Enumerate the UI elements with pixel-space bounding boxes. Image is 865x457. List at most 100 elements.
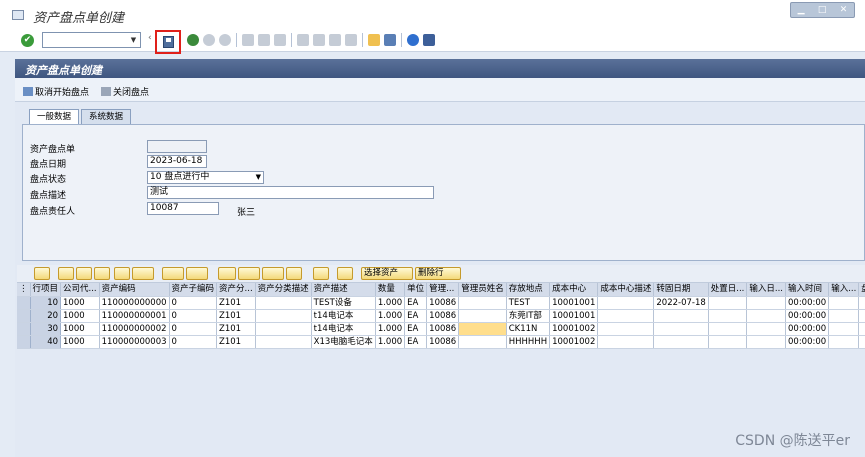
grid-cell[interactable]: EA <box>404 296 428 310</box>
grid-cell[interactable]: TEST设备 <box>311 296 376 310</box>
column-header[interactable]: 输入时间 <box>785 283 830 297</box>
select-assets-button[interactable]: 选择资产 <box>361 267 413 280</box>
grid-cell[interactable]: HHHHHH <box>506 335 551 349</box>
count-date-field[interactable]: 2023-06-18 <box>147 155 207 168</box>
column-header[interactable]: 成本中心描述 <box>597 283 655 297</box>
grid-cell[interactable] <box>708 322 748 336</box>
grid-cell[interactable]: TEST <box>506 296 551 310</box>
grid-cell[interactable] <box>255 335 312 349</box>
row-selector[interactable] <box>17 322 31 336</box>
close-count-button[interactable]: 关闭盘点 <box>101 85 149 98</box>
back-icon[interactable] <box>187 34 199 46</box>
grid-cell[interactable]: 0 <box>169 296 218 310</box>
column-header[interactable]: 输入日... <box>746 283 786 297</box>
grid-cell[interactable] <box>828 322 860 336</box>
grid-cell[interactable]: 00:00:00 <box>785 322 830 336</box>
grid-cell[interactable] <box>858 322 865 336</box>
help-icon[interactable] <box>407 34 419 46</box>
previous-page-icon[interactable] <box>313 34 325 46</box>
column-header[interactable]: 盘点 <box>858 283 865 297</box>
find-icon[interactable] <box>258 34 270 46</box>
views-icon[interactable] <box>238 267 260 280</box>
grid-cell[interactable]: CK11N <box>506 322 551 336</box>
grid-cell[interactable]: EA <box>404 335 428 349</box>
grid-cell[interactable]: EA <box>404 322 428 336</box>
grid-cell[interactable] <box>746 296 786 310</box>
collapse-arrow-icon[interactable]: ‹ <box>148 33 152 43</box>
grid-cell[interactable] <box>858 335 865 349</box>
grid-cell[interactable] <box>597 322 655 336</box>
grid-cell[interactable] <box>708 335 748 349</box>
grid-cell[interactable] <box>653 322 709 336</box>
grid-cell[interactable]: 1.000 <box>375 296 406 310</box>
status-select[interactable]: 10 盘点进行中 ▼ <box>147 171 264 184</box>
grid-cell[interactable]: X13电脑毛记本 <box>311 335 376 349</box>
grid-cell[interactable] <box>653 309 709 323</box>
column-header[interactable]: 数量 <box>375 283 406 297</box>
grid-cell[interactable]: 1.000 <box>375 335 406 349</box>
next-page-icon[interactable] <box>329 34 341 46</box>
new-session-icon[interactable] <box>368 34 380 46</box>
maximize-icon[interactable]: □ <box>818 5 827 15</box>
column-header[interactable]: 转固日期 <box>653 283 709 297</box>
table-row[interactable]: 10 1000 110000000000 0 Z101 TEST设备 1.000… <box>17 296 865 310</box>
table-row[interactable]: 20 1000 110000000001 0 Z101 t14电记本 1.000… <box>17 309 865 323</box>
exit-icon[interactable] <box>203 34 215 46</box>
column-header[interactable]: 资产编码 <box>99 283 170 297</box>
shortcut-icon[interactable] <box>384 34 396 46</box>
grid-cell[interactable]: 00:00:00 <box>785 309 830 323</box>
grid-cell[interactable]: t14电记本 <box>311 309 376 323</box>
grid-cell[interactable] <box>597 335 655 349</box>
find-icon[interactable] <box>94 267 110 280</box>
grid-cell[interactable]: 10086 <box>426 322 460 336</box>
grid-cell[interactable]: Z101 <box>216 296 256 310</box>
chevron-down-icon[interactable]: ▼ <box>127 33 140 47</box>
grid-cell[interactable]: 110000000000 <box>99 296 170 310</box>
grid-cell[interactable]: 110000000001 <box>99 309 170 323</box>
grid-cell[interactable]: 1000 <box>60 309 100 323</box>
command-field[interactable]: ▼ <box>42 32 141 48</box>
grid-cell[interactable]: 1000 <box>60 322 100 336</box>
grid-cell[interactable] <box>255 309 312 323</box>
grid-cell[interactable] <box>746 309 786 323</box>
grid-cell[interactable]: 10001001 <box>549 296 599 310</box>
print-icon[interactable] <box>218 267 236 280</box>
grid-cell[interactable] <box>653 335 709 349</box>
sort-desc-icon[interactable] <box>76 267 92 280</box>
column-header[interactable]: 存放地点 <box>506 283 551 297</box>
grid-cell[interactable] <box>458 296 507 310</box>
grid-cell[interactable]: 10001002 <box>549 335 599 349</box>
grid-cell[interactable] <box>828 296 860 310</box>
column-header[interactable]: 资产子编码 <box>169 283 218 297</box>
column-header[interactable]: 单位 <box>404 283 428 297</box>
grid-cell[interactable] <box>858 296 865 310</box>
grid-cell[interactable]: 10001001 <box>549 309 599 323</box>
grid-cell[interactable]: Z101 <box>216 309 256 323</box>
grid-cell[interactable] <box>597 309 655 323</box>
grid-cell[interactable]: 1000 <box>60 335 100 349</box>
grid-cell[interactable]: 00:00:00 <box>785 296 830 310</box>
close-icon[interactable]: ✕ <box>840 5 848 15</box>
first-page-icon[interactable] <box>297 34 309 46</box>
grid-cell[interactable]: 0 <box>169 309 218 323</box>
doc-number-field[interactable] <box>147 140 207 153</box>
sum-icon[interactable] <box>162 267 184 280</box>
grid-cell-focused[interactable] <box>458 322 507 336</box>
row-selector[interactable] <box>17 335 31 349</box>
layout-menu-icon[interactable] <box>423 34 435 46</box>
grid-cell[interactable] <box>746 335 786 349</box>
grid-cell[interactable]: Z101 <box>216 322 256 336</box>
table-row[interactable]: 40 1000 110000000003 0 Z101 X13电脑毛记本 1.0… <box>17 335 865 349</box>
find-next-icon[interactable] <box>114 267 130 280</box>
grid-cell[interactable] <box>255 296 312 310</box>
last-page-icon[interactable] <box>345 34 357 46</box>
tab-general-data[interactable]: 一般数据 <box>29 109 80 124</box>
owner-field[interactable]: 10087 <box>147 202 219 215</box>
subtotal-icon[interactable] <box>186 267 208 280</box>
details-icon[interactable] <box>34 267 50 280</box>
grid-cell[interactable] <box>708 309 748 323</box>
grid-cell[interactable]: Z101 <box>216 335 256 349</box>
row-selector[interactable] <box>17 309 31 323</box>
grid-cell[interactable] <box>746 322 786 336</box>
grid-cell[interactable] <box>255 322 312 336</box>
